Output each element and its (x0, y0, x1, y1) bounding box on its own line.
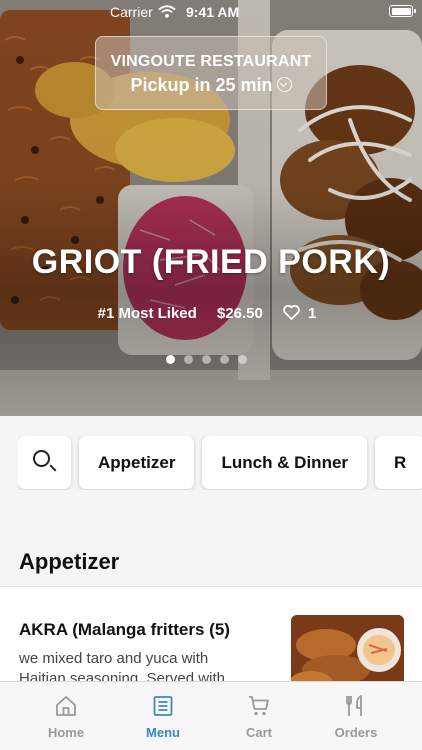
featured-hero[interactable]: Carrier 9:41 AM VINGOUTE RESTAURANT Pick… (0, 0, 422, 416)
cart-icon (249, 696, 269, 716)
home-icon (56, 696, 76, 716)
status-bar: Carrier 9:41 AM (0, 0, 422, 24)
featured-rank: #1 Most Liked (97, 305, 197, 322)
featured-dish-title: GRIOT (FRIED PORK) (31, 243, 391, 281)
category-bar: Appetizer Lunch & Dinner R (18, 436, 422, 490)
carrier-label: Carrier (110, 4, 153, 20)
page-dot[interactable] (238, 355, 247, 364)
restaurant-pickup-selector[interactable]: VINGOUTE RESTAURANT Pickup in 25 min (95, 36, 327, 110)
search-icon (33, 450, 50, 467)
tab-menu[interactable]: Menu (115, 682, 211, 750)
wifi-icon (158, 5, 176, 18)
page-dot[interactable] (184, 355, 193, 364)
heart-icon (283, 305, 300, 320)
page-dot[interactable] (166, 355, 175, 364)
category-lunch-dinner[interactable]: Lunch & Dinner (202, 436, 368, 489)
chevron-down-icon (276, 77, 292, 92)
app-screen: Carrier 9:41 AM VINGOUTE RESTAURANT Pick… (0, 0, 422, 750)
battery-icon (389, 5, 416, 17)
like-control[interactable]: 1 (283, 305, 324, 322)
clock: 9:41 AM (186, 4, 240, 20)
section-title: Appetizer (19, 549, 120, 574)
menu-item[interactable]: AKRA (Malanga fritters (5) we mixed taro… (0, 586, 422, 696)
featured-price: $26.50 (216, 305, 263, 322)
search-button[interactable] (18, 436, 71, 489)
tab-cart[interactable]: Cart (211, 682, 307, 750)
tab-orders[interactable]: Orders (308, 682, 404, 750)
carousel-pagination[interactable] (166, 351, 256, 369)
menu-icon (153, 696, 173, 716)
page-dot[interactable] (220, 355, 229, 364)
tab-home[interactable]: Home (18, 682, 114, 750)
category-appetizer[interactable]: Appetizer (79, 436, 195, 489)
like-count: 1 (308, 305, 317, 322)
category-partial[interactable]: R (375, 436, 422, 489)
pickup-time: Pickup in 25 min (130, 75, 273, 95)
page-dot[interactable] (202, 355, 211, 364)
orders-icon (346, 694, 362, 716)
menu-item-name: AKRA (Malanga fritters (5) (19, 620, 230, 639)
restaurant-name: VINGOUTE RESTAURANT (110, 53, 312, 70)
featured-dish-meta: #1 Most Liked $26.50 1 (0, 305, 422, 322)
tab-bar: Home Menu Cart Orders (0, 681, 422, 750)
